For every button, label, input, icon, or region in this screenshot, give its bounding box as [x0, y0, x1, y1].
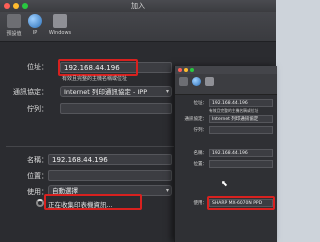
second-window-controls	[178, 68, 194, 72]
window-title: 加入	[131, 2, 145, 10]
status-highlight-box	[44, 194, 142, 210]
protocol-label: 通訊協定：	[13, 88, 48, 96]
second-name-field[interactable]: 192.168.44.196	[209, 149, 273, 157]
second-title-bar	[175, 66, 277, 74]
second-queue-field[interactable]	[209, 126, 273, 134]
toolbar-windows-label: Windows	[48, 30, 72, 36]
windows-printer-icon	[53, 14, 67, 28]
location-field[interactable]	[48, 170, 172, 181]
address-hint: 有效且完整的主機名稱或位址	[62, 76, 128, 82]
second-queue-label: 佇列：	[193, 128, 208, 133]
driver-highlight-box	[207, 196, 275, 210]
second-toolbar	[175, 74, 277, 95]
protocol-select[interactable]: Internet 列印通訊協定 - IPP ▾	[60, 86, 172, 97]
default-printer-icon	[7, 14, 21, 28]
chevron-down-icon: ▾	[165, 187, 169, 194]
second-address-field[interactable]: 192.168.44.196	[209, 99, 273, 107]
ip-globe-icon	[28, 14, 42, 28]
name-field[interactable]: 192.168.44.196	[48, 154, 172, 165]
second-default-printer-icon[interactable]	[179, 77, 188, 86]
use-label: 使用：	[27, 188, 48, 196]
protocol-value: Internet 列印通訊協定 - IPP	[64, 88, 148, 96]
section-divider	[6, 146, 174, 147]
name-label: 名稱：	[27, 156, 48, 164]
queue-label: 佇列：	[27, 105, 48, 113]
second-location-field[interactable]	[209, 160, 273, 168]
location-label: 位置：	[27, 172, 48, 180]
mouse-cursor-icon: ⬉	[221, 179, 228, 188]
second-protocol-label: 通訊協定：	[184, 117, 208, 122]
toolbar-ip-tab[interactable]: IP	[23, 14, 47, 36]
queue-field[interactable]	[60, 103, 172, 114]
loading-spinner-icon	[36, 199, 44, 207]
title-bar: 加入	[0, 0, 276, 12]
second-location-label: 位置：	[193, 162, 208, 167]
second-ip-globe-icon[interactable]	[192, 77, 201, 86]
second-windows-printer-icon[interactable]	[205, 77, 214, 86]
second-minimize-button[interactable]	[184, 68, 188, 72]
printer-detail-window: 位址： 192.168.44.196 有效且完整的主機名稱或位址 通訊協定： I…	[174, 66, 277, 242]
toolbar-ip-label: IP	[32, 30, 38, 36]
second-address-hint: 有效且完整的主機名稱或位址	[209, 108, 259, 113]
toolbar-windows-tab[interactable]: Windows	[46, 14, 74, 36]
toolbar: 預設值 IP Windows	[0, 12, 276, 42]
address-highlight-box	[58, 59, 138, 76]
chevron-down-icon: ▾	[165, 88, 169, 95]
second-name-label: 名稱：	[193, 151, 208, 156]
second-protocol-select[interactable]: Internet 列印通訊協定	[209, 115, 273, 123]
second-address-label: 位址：	[193, 101, 208, 106]
second-close-button[interactable]	[178, 68, 182, 72]
address-label: 位址：	[27, 63, 48, 71]
second-use-label: 使用：	[193, 201, 208, 206]
second-zoom-button[interactable]	[190, 68, 194, 72]
